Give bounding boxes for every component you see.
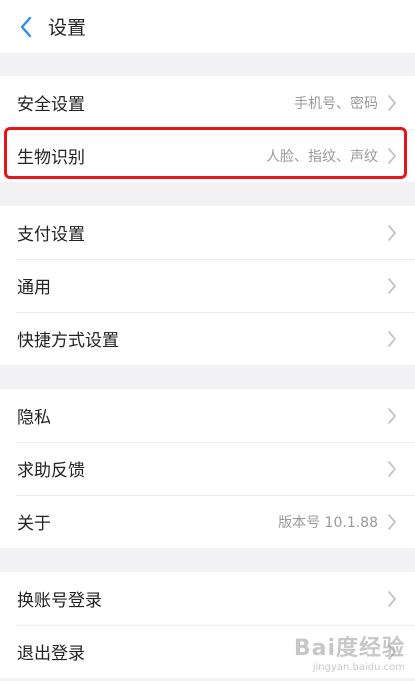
chevron-right-icon	[386, 407, 398, 425]
settings-row-feedback[interactable]: 求助反馈	[0, 442, 415, 495]
chevron-right-icon	[386, 590, 398, 608]
row-value: 人脸、指纹、声纹	[266, 148, 378, 165]
settings-row-shortcuts[interactable]: 快捷方式设置	[0, 312, 415, 365]
row-label: 隐私	[17, 408, 51, 428]
row-label: 安全设置	[17, 95, 85, 115]
chevron-right-icon	[386, 643, 398, 661]
chevron-right-icon	[386, 513, 398, 531]
row-label: 退出登录	[17, 644, 85, 664]
page-title: 设置	[48, 17, 87, 39]
top-bar: 设置	[0, 0, 415, 53]
row-label: 快捷方式设置	[17, 331, 119, 351]
settings-row-logout[interactable]: 退出登录	[0, 625, 415, 678]
settings-row-security[interactable]: 安全设置 手机号、密码	[0, 76, 415, 129]
section-general: 支付设置 通用 快捷方式设置	[0, 206, 415, 365]
chevron-right-icon	[386, 460, 398, 478]
chevron-right-icon	[386, 94, 398, 112]
row-label: 换账号登录	[17, 591, 102, 611]
row-label: 求助反馈	[17, 461, 85, 481]
settings-row-general[interactable]: 通用	[0, 259, 415, 312]
chevron-right-icon	[386, 147, 398, 165]
chevron-right-icon	[386, 224, 398, 242]
back-button[interactable]	[12, 13, 40, 41]
row-label: 生物识别	[17, 148, 85, 168]
section-account: 换账号登录 退出登录	[0, 572, 415, 678]
version-value: 版本号 10.1.88	[278, 514, 378, 531]
chevron-left-icon	[20, 16, 32, 37]
chevron-right-icon	[386, 330, 398, 348]
settings-row-about[interactable]: 关于 版本号 10.1.88	[0, 495, 415, 548]
row-label: 通用	[17, 278, 51, 298]
settings-row-payment[interactable]: 支付设置	[0, 206, 415, 259]
row-label: 支付设置	[17, 225, 85, 245]
settings-row-biometrics[interactable]: 生物识别 人脸、指纹、声纹	[0, 129, 415, 182]
settings-page: 设置 安全设置 手机号、密码 生物识别 人脸、指纹、声纹 支付设置 通用 快捷方…	[0, 0, 415, 681]
row-value: 手机号、密码	[294, 95, 378, 112]
section-account-security: 安全设置 手机号、密码 生物识别 人脸、指纹、声纹	[0, 76, 415, 182]
settings-row-switch-account[interactable]: 换账号登录	[0, 572, 415, 625]
chevron-right-icon	[386, 277, 398, 295]
section-privacy-about: 隐私 求助反馈 关于 版本号 10.1.88	[0, 389, 415, 548]
row-label: 关于	[17, 514, 51, 534]
settings-row-privacy[interactable]: 隐私	[0, 389, 415, 442]
